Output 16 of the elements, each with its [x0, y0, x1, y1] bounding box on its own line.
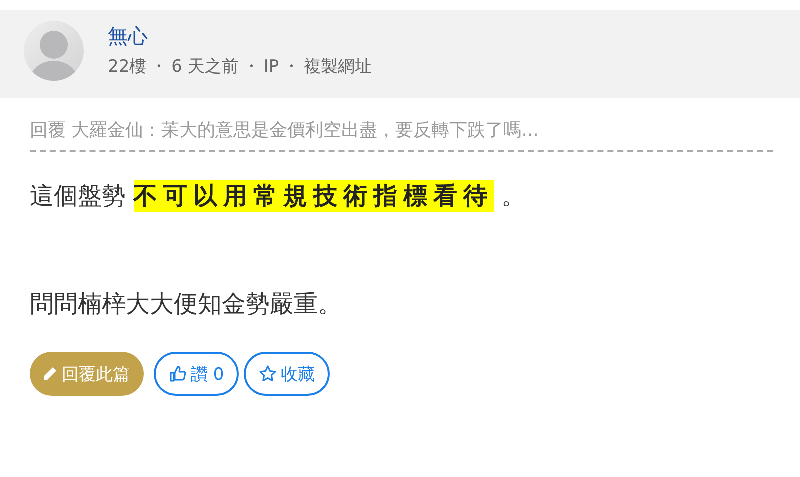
reply-quote: 回覆 大羅金仙：苿大的意思是金價利空出盡，要反轉下跌了嗎...: [30, 118, 773, 152]
post-paragraph: 問問楠梓大大便知金勢嚴重。: [30, 289, 343, 320]
meta-text: 22樓: [108, 56, 147, 78]
meta-text: 6 天之前: [172, 56, 239, 78]
favorite-button[interactable]: 收藏: [244, 352, 330, 396]
separator-dot: ・: [283, 56, 300, 78]
star-icon: [259, 365, 278, 383]
separator-dot: ・: [150, 56, 168, 78]
thumbs-up-icon: [169, 365, 187, 383]
reply-button[interactable]: 回覆此篇: [30, 352, 144, 396]
like-button[interactable]: 讚 0: [154, 352, 240, 396]
separator-dot: ・: [242, 56, 260, 78]
meta-text: 複製網址: [304, 56, 372, 78]
pencil-icon: [42, 366, 58, 382]
author-name[interactable]: 無心: [108, 21, 372, 51]
meta-text: IP: [264, 56, 280, 76]
